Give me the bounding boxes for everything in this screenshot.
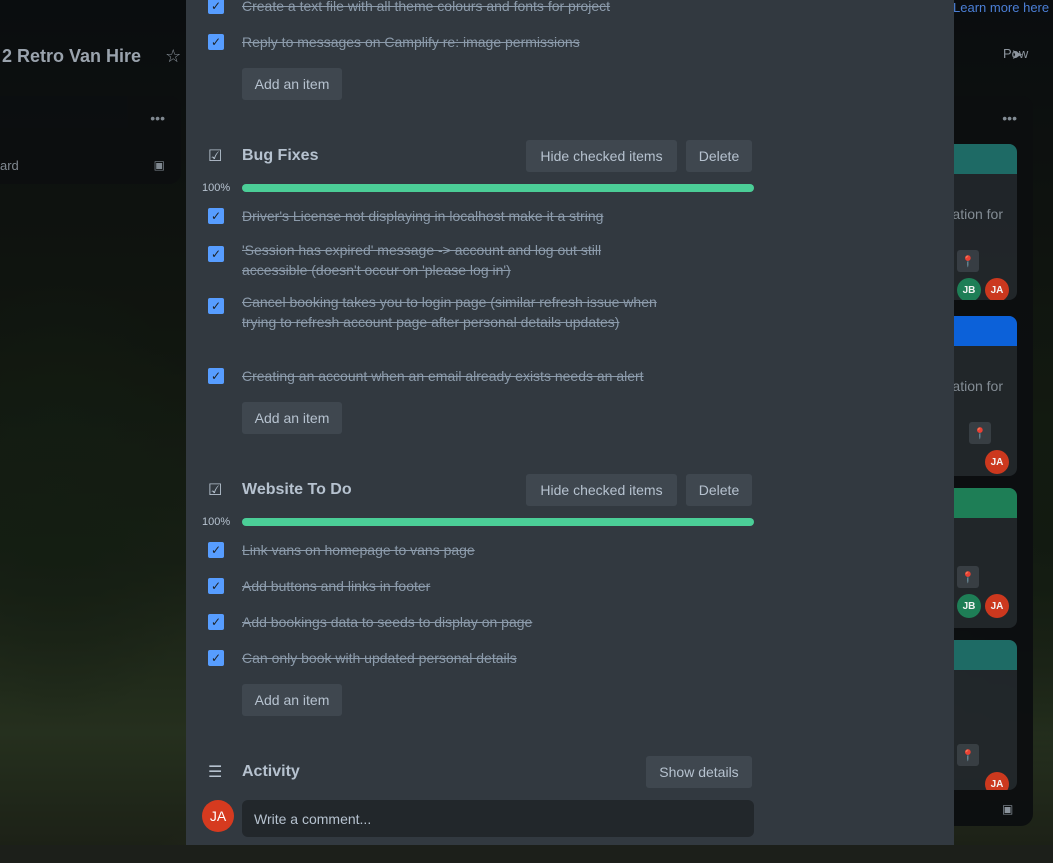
add-item-button[interactable]: Add an item	[242, 68, 342, 100]
list-menu-icon[interactable]: •••	[1002, 110, 1017, 126]
card-cover	[954, 640, 1017, 670]
pin-icon: 📍	[969, 422, 991, 444]
checkbox-checked-icon[interactable]: ✓	[208, 542, 224, 558]
list-right: ••• ation for 📍 JB JA ation for 📍 JA 📍 J…	[954, 96, 1033, 826]
taskbar-strip	[0, 845, 1053, 863]
checklist-item[interactable]: ✓ Add buttons and links in footer	[208, 576, 662, 596]
add-item-button[interactable]: Add an item	[242, 402, 342, 434]
checklist-item-text[interactable]: Creating an account when an email alread…	[242, 366, 662, 386]
card-template-icon[interactable]: ▣	[154, 158, 165, 172]
card-title: ation for	[954, 378, 1003, 394]
progress-bar	[242, 518, 754, 526]
checklist-item[interactable]: ✓ Cancel booking takes you to login page…	[208, 292, 662, 332]
hide-checked-items-button[interactable]: Hide checked items	[526, 140, 677, 172]
show-details-button[interactable]: Show details	[646, 756, 752, 788]
progress-bar	[242, 184, 754, 192]
list-left: ••• ard ▣	[0, 96, 181, 184]
checklist-item[interactable]: ✓ Driver's License not displaying in loc…	[208, 206, 662, 226]
checkbox-checked-icon[interactable]: ✓	[208, 298, 224, 314]
card[interactable]: 📍 JB JA	[954, 488, 1017, 628]
avatar[interactable]: JA	[985, 594, 1009, 618]
checkbox-checked-icon[interactable]: ✓	[208, 0, 224, 14]
progress-percent: 100%	[202, 182, 231, 194]
avatar[interactable]: JA	[202, 800, 234, 832]
checklist-icon: ☑	[208, 482, 223, 499]
avatar[interactable]: JB	[957, 594, 981, 618]
avatar[interactable]: JA	[985, 450, 1009, 474]
checkbox-checked-icon[interactable]: ✓	[208, 614, 224, 630]
checkbox-checked-icon[interactable]: ✓	[208, 208, 224, 224]
card-template-icon[interactable]: ▣	[1002, 802, 1013, 816]
checkbox-checked-icon[interactable]: ✓	[208, 34, 224, 50]
checklist-item[interactable]: ✓ Link vans on homepage to vans page	[208, 540, 662, 560]
checklist-item[interactable]: ✓ 'Session has expired' message -> accou…	[208, 240, 662, 280]
card-title[interactable]: ard	[0, 158, 19, 173]
power-ups-label[interactable]: Pow	[1003, 46, 1053, 61]
delete-checklist-button[interactable]: Delete	[686, 474, 752, 506]
card[interactable]: 📍 JA	[954, 640, 1017, 790]
card-cover	[954, 144, 1017, 174]
progress-percent: 100%	[202, 516, 231, 528]
checkbox-checked-icon[interactable]: ✓	[208, 368, 224, 384]
checklist-item-text[interactable]: Can only book with updated personal deta…	[242, 648, 662, 668]
checklist-item[interactable]: ✓ Reply to messages on Camplify re: imag…	[208, 32, 662, 52]
checklist-item[interactable]: ✓ Create a text file with all theme colo…	[208, 0, 662, 16]
checklist-item[interactable]: ✓ Creating an account when an email alre…	[208, 366, 662, 386]
delete-checklist-button[interactable]: Delete	[686, 140, 752, 172]
board-title[interactable]: 2 Retro Van Hire	[2, 46, 141, 67]
checklist-item[interactable]: ✓ Add bookings data to seeds to display …	[208, 612, 662, 632]
checklist-item-text[interactable]: Reply to messages on Camplify re: image …	[242, 32, 662, 52]
pin-icon: 📍	[957, 566, 979, 588]
activity-title: Activity	[242, 763, 300, 780]
pin-icon: 📍	[957, 744, 979, 766]
card-cover	[954, 488, 1017, 518]
checklist-item[interactable]: ✓ Can only book with updated personal de…	[208, 648, 662, 668]
checkbox-checked-icon[interactable]: ✓	[208, 650, 224, 666]
hide-checked-items-button[interactable]: Hide checked items	[526, 474, 677, 506]
checkbox-checked-icon[interactable]: ✓	[208, 246, 224, 262]
checklist-item-text[interactable]: Add bookings data to seeds to display on…	[242, 612, 662, 632]
checklist-item-text[interactable]: Cancel booking takes you to login page (…	[242, 292, 662, 332]
checkbox-checked-icon[interactable]: ✓	[208, 578, 224, 594]
pin-icon: 📍	[957, 250, 979, 272]
card[interactable]: ation for 📍 JB JA	[954, 144, 1017, 300]
star-icon[interactable]: ☆	[165, 46, 181, 67]
card-cover	[954, 316, 1017, 346]
avatar[interactable]: JA	[985, 278, 1009, 300]
checklist-icon: ☑	[208, 148, 223, 165]
checklist-item-text[interactable]: Add buttons and links in footer	[242, 576, 662, 596]
avatar[interactable]: JB	[957, 278, 981, 300]
checklist-item-text[interactable]: Link vans on homepage to vans page	[242, 540, 662, 560]
board-header: 2 Retro Van Hire ☆	[0, 28, 186, 84]
checklist-item-text[interactable]: Driver's License not displaying in local…	[242, 206, 662, 226]
learn-more-link[interactable]: Learn more here	[953, 0, 1053, 14]
card-detail-modal: ✓ Create a text file with all theme colo…	[186, 0, 954, 845]
checklist-title[interactable]: Website To Do	[242, 481, 352, 499]
add-item-button[interactable]: Add an item	[242, 684, 342, 716]
checklist-item-text[interactable]: 'Session has expired' message -> account…	[242, 240, 662, 280]
list-menu-icon[interactable]: •••	[150, 110, 165, 126]
checklist-title[interactable]: Bug Fixes	[242, 147, 318, 165]
card-title: ation for	[954, 206, 1003, 222]
card[interactable]: ation for 📍 JA	[954, 316, 1017, 476]
avatar[interactable]: JA	[985, 772, 1009, 790]
activity-list-icon: ☰	[208, 764, 223, 781]
checklist-item-text[interactable]: Create a text file with all theme colour…	[242, 0, 662, 16]
comment-input[interactable]	[242, 800, 754, 837]
